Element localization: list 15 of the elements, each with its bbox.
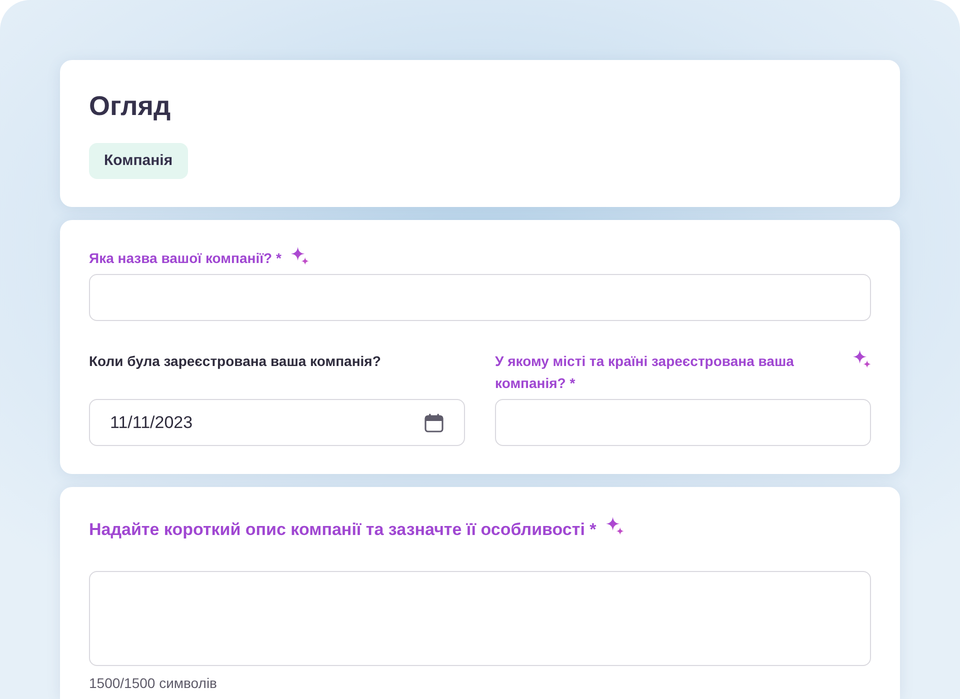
calendar-icon[interactable] (424, 412, 444, 432)
description-textarea[interactable] (89, 571, 871, 666)
date-field[interactable]: 11/11/2023 (89, 399, 465, 446)
page-title: Огляд (89, 90, 171, 122)
field-label: У якому місті та країні зареєстрована ваша компанія? * (495, 352, 795, 393)
sparkle-icon (291, 247, 310, 265)
character-counter: 1500/1500 символів (89, 674, 218, 692)
sparkle-icon (606, 517, 624, 535)
category-tag: Компанія (89, 143, 188, 179)
field-label: Надайте короткий опис компанії та зазначте її особливості * (89, 519, 596, 541)
text-input[interactable] (495, 399, 871, 446)
text-input[interactable] (89, 274, 871, 321)
field-label: Яка назва вашої компанії? * (89, 249, 282, 268)
field-label: Коли була зареєстрована ваша компанія? (89, 352, 381, 371)
sparkle-icon (853, 350, 871, 368)
